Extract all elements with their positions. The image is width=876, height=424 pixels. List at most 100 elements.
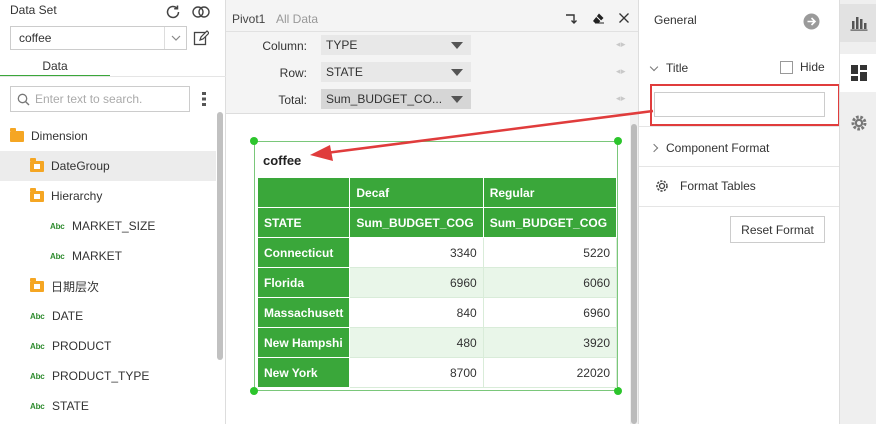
row-field-row: Row: STATE ◂ ▸ [226,59,638,86]
total-select[interactable]: Sum_BUDGET_CO... [321,89,471,109]
pivot-component[interactable]: coffee Decaf Regular STATE Sum_BUDGET_CO… [250,137,622,395]
field-tree: Dimension DateGroup Hierarchy Abc MARKET… [0,121,216,421]
format-tables-item[interactable]: Format Tables [654,178,756,194]
total-label: Total: [278,93,307,107]
component-format-label: Component Format [666,141,770,155]
hide-checkbox[interactable] [780,61,793,74]
caret-down-icon [451,42,463,49]
table-row: New York 8700 22020 [256,357,618,388]
column-value: TYPE [326,38,358,52]
folder-icon [30,157,44,172]
row-header-cell: Massachusett [256,297,351,328]
dataset-link-icon[interactable] [190,2,212,22]
tree-item-hierarchy[interactable]: Hierarchy [0,181,216,211]
resize-handle[interactable] [614,137,622,145]
folder-icon [30,277,44,292]
tree-item-label: PRODUCT [52,339,112,353]
section-divider [639,166,839,167]
hide-label: Hide [800,60,825,74]
refresh-icon[interactable] [163,2,183,22]
column-label: Column: [262,39,307,53]
total-field-row: Total: Sum_BUDGET_CO... ◂ ▸ [226,86,638,113]
close-icon[interactable] [617,11,631,25]
dataset-select[interactable]: coffee [10,26,187,50]
tree-item-label: MARKET_SIZE [72,219,156,233]
caret-down-icon [451,96,463,103]
resize-handle[interactable] [250,137,258,145]
tree-item-label: DateGroup [51,159,110,173]
scroll-arrows-icon[interactable]: ◂ ▸ [616,93,625,104]
table-header-cell: Decaf [349,177,484,208]
scroll-arrows-icon[interactable]: ◂ ▸ [616,39,625,50]
text-field-icon: Abc [30,311,45,321]
title-section-toggle[interactable]: Title [649,61,689,75]
tree-item-dategroup[interactable]: DateGroup [0,151,216,181]
tab-data[interactable]: Data [0,57,110,77]
pivot-title[interactable]: coffee [263,153,301,168]
tree-item-label: Hierarchy [51,189,103,203]
general-title: General [654,13,697,27]
dataset-select-value: coffee [19,31,52,45]
table-cell: 840 [349,297,484,328]
scroll-arrows-icon[interactable]: ◂ ▸ [616,66,625,77]
search-box[interactable] [10,86,190,112]
canvas-scrollbar-thumb[interactable] [631,124,637,424]
annotation-highlight-box [650,84,840,126]
tree-item-product[interactable]: Abc PRODUCT [0,331,216,361]
gear-icon [654,178,670,194]
table-cell: 6960 [349,267,484,298]
text-field-icon: Abc [30,401,45,411]
format-tables-label: Format Tables [680,179,756,193]
search-input[interactable] [35,92,185,106]
table-row: New Hampshi 480 3920 [256,327,618,358]
table-header-cell: Regular [482,177,618,208]
table-cell: 480 [349,327,484,358]
pivot-table: Decaf Regular STATE Sum_BUDGET_COG Sum_B… [256,177,618,388]
row-select[interactable]: STATE [321,62,471,82]
text-field-icon: Abc [50,221,65,231]
dataset-label: Data Set [10,3,57,17]
resize-handle[interactable] [250,387,258,395]
more-options-icon[interactable] [198,90,210,108]
table-header-cell: Sum_BUDGET_COG [482,207,618,238]
tree-scrollbar[interactable] [217,112,223,360]
folder-icon [10,127,24,142]
chart-icon[interactable] [840,4,876,42]
table-cell: 3340 [349,237,484,268]
resize-handle[interactable] [614,387,622,395]
table-header-cell [256,177,351,208]
tree-item-label: 日期层次 [51,279,100,294]
settings-gear-icon[interactable] [840,104,876,142]
row-value: STATE [326,65,363,79]
tree-item-dimension[interactable]: Dimension [0,121,216,151]
table-row: Connecticut 3340 5220 [256,237,618,268]
section-divider [639,206,839,207]
title-section-label: Title [666,61,689,75]
collapse-icon[interactable] [564,11,578,25]
tree-item-market-size[interactable]: Abc MARKET_SIZE [0,211,216,241]
pivot-header: Pivot1 All Data [226,0,638,32]
column-select[interactable]: TYPE [321,35,471,55]
reset-format-button[interactable]: Reset Format [730,216,825,243]
tree-item-date-hierarchy[interactable]: 日期层次 [0,271,216,301]
eraser-icon[interactable] [591,11,605,25]
text-field-icon: Abc [30,371,45,381]
chevron-down-icon[interactable] [164,27,186,49]
tab-divider [0,76,226,77]
row-header-cell: New Hampshi [256,327,351,358]
arrow-right-circle-icon[interactable] [802,12,820,30]
tree-item-state[interactable]: Abc STATE [0,391,216,421]
layout-icon[interactable] [840,54,876,92]
canvas-scrollbar[interactable] [630,114,638,424]
tree-item-label: MARKET [72,249,123,263]
component-format-toggle[interactable]: Component Format [649,141,770,155]
row-header-cell: New York [256,357,351,388]
tree-item-product-type[interactable]: Abc PRODUCT_TYPE [0,361,216,391]
tree-item-date[interactable]: Abc DATE [0,301,216,331]
tree-item-label: STATE [52,399,89,413]
tree-item-market[interactable]: Abc MARKET [0,241,216,271]
side-toolbar [839,0,876,424]
data-panel: Data Set coffee Data Dimension DateGroup [0,0,226,424]
edit-icon[interactable] [192,29,210,47]
table-header-cell: STATE [256,207,351,238]
